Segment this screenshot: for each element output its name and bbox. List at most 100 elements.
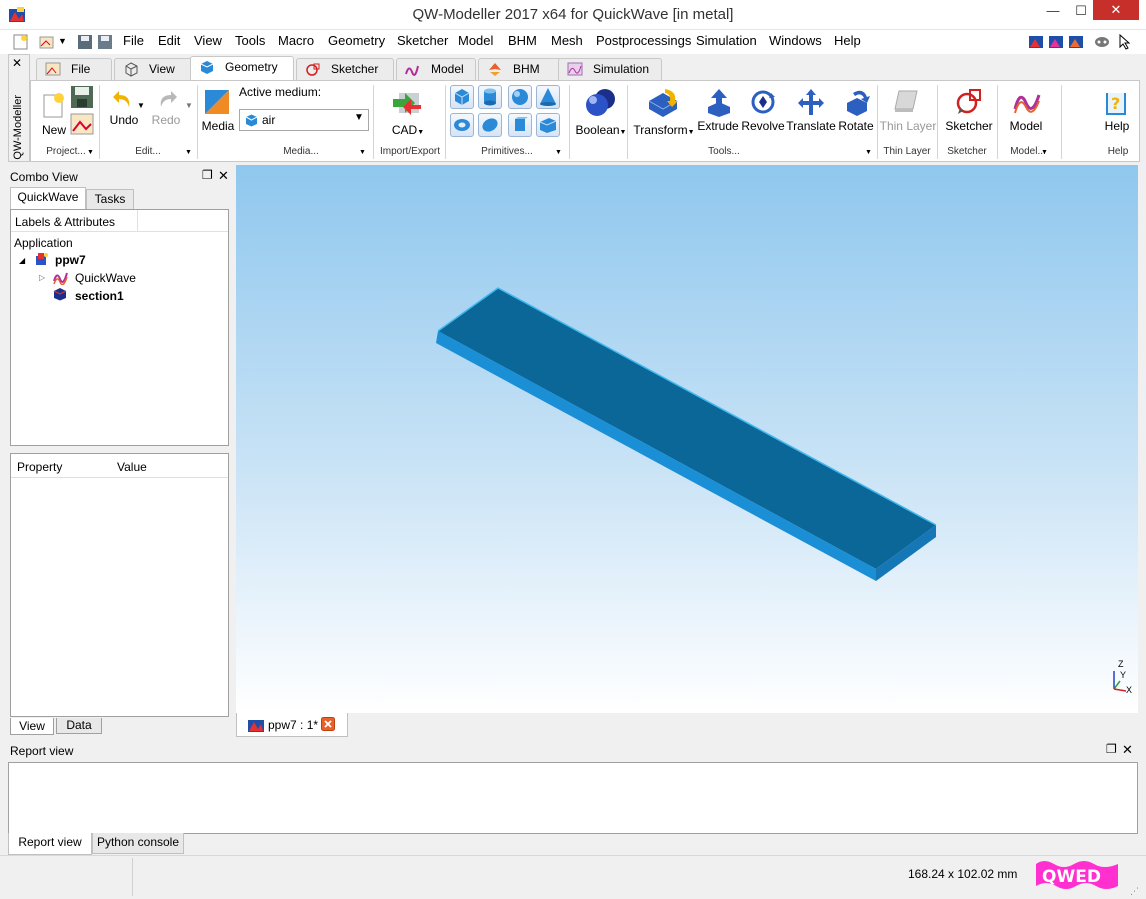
resize-grip-icon[interactable]: ⋰ xyxy=(1130,886,1139,897)
tree-item-project[interactable]: ppw7 xyxy=(55,253,86,267)
group-primitives-label[interactable]: Primitives... xyxy=(447,146,567,157)
boolean-button[interactable]: Boolean▼ xyxy=(575,85,626,139)
close-tab-icon[interactable] xyxy=(321,717,335,731)
wedge-primitive-button[interactable] xyxy=(536,113,560,137)
combo-view-header: Combo View ❐ ✕ xyxy=(8,167,233,185)
model-tree: Labels & Attributes Application ◢ ppw7 ▷… xyxy=(10,209,229,446)
undo-dropdown-icon[interactable]: ▼ xyxy=(137,101,145,110)
new-button[interactable]: New xyxy=(39,89,71,137)
tools-group-dropdown-icon[interactable]: ▼ xyxy=(865,149,872,156)
tab-python-console[interactable]: Python console xyxy=(92,833,184,854)
tab-report-view[interactable]: Report view xyxy=(8,833,92,855)
close-button[interactable]: ✕ xyxy=(1093,0,1139,20)
tab-file[interactable]: File xyxy=(36,58,112,80)
group-tools-label[interactable]: Tools... xyxy=(571,146,877,157)
media-group-dropdown-icon[interactable]: ▼ xyxy=(359,149,366,156)
menu-macro[interactable]: Macro xyxy=(278,33,314,48)
torus-primitive-button[interactable] xyxy=(450,113,474,137)
open-project-icon[interactable] xyxy=(69,112,95,136)
new-doc-icon[interactable] xyxy=(12,33,30,51)
menu-help[interactable]: Help xyxy=(834,33,861,48)
menu-tools[interactable]: Tools xyxy=(235,33,265,48)
tab-bhm[interactable]: BHM xyxy=(478,58,562,80)
group-model-label[interactable]: Model... xyxy=(997,146,1059,157)
save-project-icon[interactable] xyxy=(69,85,95,109)
menu-simulation[interactable]: Simulation xyxy=(696,33,757,48)
redo-button[interactable]: Redo xyxy=(147,87,185,133)
save-as-icon[interactable] xyxy=(96,33,114,51)
menu-mesh[interactable]: Mesh xyxy=(551,33,583,48)
tab-model[interactable]: Model xyxy=(396,58,476,80)
qw-editor-icon[interactable] xyxy=(1027,33,1045,51)
qw-view-icon[interactable] xyxy=(1067,33,1085,51)
tree-item-section[interactable]: section1 xyxy=(75,289,124,303)
tab-view-bottom[interactable]: View xyxy=(10,718,54,735)
ribbon-close-icon[interactable]: ✕ xyxy=(12,56,22,70)
edit-group-dropdown-icon[interactable]: ▼ xyxy=(185,149,192,156)
viewport-canvas[interactable] xyxy=(236,165,1138,713)
group-edit-label[interactable]: Edit... xyxy=(103,146,193,157)
tree-collapse-icon[interactable]: ◢ xyxy=(19,256,25,265)
menu-windows[interactable]: Windows xyxy=(769,33,822,48)
media-button[interactable]: Media xyxy=(201,87,235,137)
maximize-button[interactable]: ☐ xyxy=(1066,0,1096,22)
save-icon[interactable] xyxy=(76,33,94,51)
cylinder-primitive-button[interactable] xyxy=(478,85,502,109)
rotate-button[interactable]: Rotate xyxy=(835,85,877,139)
minimize-button[interactable]: — xyxy=(1038,0,1068,22)
tab-tasks[interactable]: Tasks xyxy=(86,189,134,209)
menu-file[interactable]: File xyxy=(123,33,144,48)
undo-button[interactable]: Undo xyxy=(105,87,143,133)
slab-top-face[interactable] xyxy=(438,288,936,569)
float-panel-icon[interactable]: ❐ xyxy=(202,168,213,182)
menu-sketcher[interactable]: Sketcher xyxy=(397,33,448,48)
sphere-primitive-button[interactable] xyxy=(508,85,532,109)
sketcher-button[interactable]: Sketcher xyxy=(941,85,997,139)
ellipsoid-primitive-button[interactable] xyxy=(478,113,502,137)
extrude-button[interactable]: Extrude xyxy=(697,85,739,139)
tab-sketcher[interactable]: Sketcher xyxy=(296,58,394,80)
prism-primitive-button[interactable] xyxy=(508,113,532,137)
model-button[interactable]: Model xyxy=(1001,85,1051,139)
menu-model[interactable]: Model xyxy=(458,33,493,48)
group-media-label[interactable]: Media... xyxy=(231,146,371,157)
open-dropdown-icon[interactable]: ▼ xyxy=(58,36,67,46)
help-cursor-icon[interactable] xyxy=(1117,33,1135,51)
tab-simulation[interactable]: Simulation xyxy=(558,58,662,80)
qw-simulator-icon[interactable] xyxy=(1047,33,1065,51)
box-primitive-button[interactable] xyxy=(450,85,474,109)
document-tab[interactable]: ppw7 : 1* xyxy=(236,713,348,737)
cone-primitive-button[interactable] xyxy=(536,85,560,109)
primitives-group-dropdown-icon[interactable]: ▼ xyxy=(555,149,562,156)
translate-button[interactable]: Translate xyxy=(786,85,836,139)
menu-geometry[interactable]: Geometry xyxy=(328,33,385,48)
redo-dropdown-icon[interactable]: ▼ xyxy=(185,101,193,110)
active-medium-select[interactable]: air ▼ xyxy=(239,109,369,131)
open-doc-icon[interactable] xyxy=(38,33,56,51)
mask-icon[interactable] xyxy=(1093,33,1111,51)
tab-quickwave[interactable]: QuickWave xyxy=(10,187,86,210)
thin-layer-button[interactable]: Thin Layer xyxy=(879,85,936,139)
tab-data-bottom[interactable]: Data xyxy=(56,718,102,734)
3d-viewport[interactable]: Z Y X xyxy=(236,165,1138,713)
help-button[interactable]: ? Help xyxy=(1097,85,1137,139)
tab-geometry[interactable]: Geometry xyxy=(190,56,294,81)
menu-edit[interactable]: Edit xyxy=(158,33,180,48)
project-group-dropdown-icon[interactable]: ▼ xyxy=(87,149,94,156)
model-group-dropdown-icon[interactable]: ▼ xyxy=(1041,149,1048,156)
tree-header-label: Labels & Attributes xyxy=(15,215,116,229)
tree-expand-icon[interactable]: ▷ xyxy=(39,273,45,282)
revolve-button[interactable]: Revolve xyxy=(741,85,785,139)
thin-layer-icon xyxy=(894,90,918,112)
float-report-icon[interactable]: ❐ xyxy=(1106,742,1117,756)
menu-bhm[interactable]: BHM xyxy=(508,33,537,48)
tree-item-quickwave[interactable]: QuickWave xyxy=(75,271,136,285)
menu-view[interactable]: View xyxy=(194,33,222,48)
transform-button[interactable]: Transform▼ xyxy=(633,85,695,139)
tab-view[interactable]: View xyxy=(114,58,194,80)
menu-postprocessings[interactable]: Postprocessings xyxy=(596,33,691,48)
cad-button[interactable]: CAD▼ xyxy=(383,85,433,139)
report-output[interactable] xyxy=(8,762,1138,834)
close-report-icon[interactable]: ✕ xyxy=(1122,742,1133,758)
close-panel-icon[interactable]: ✕ xyxy=(218,168,229,184)
